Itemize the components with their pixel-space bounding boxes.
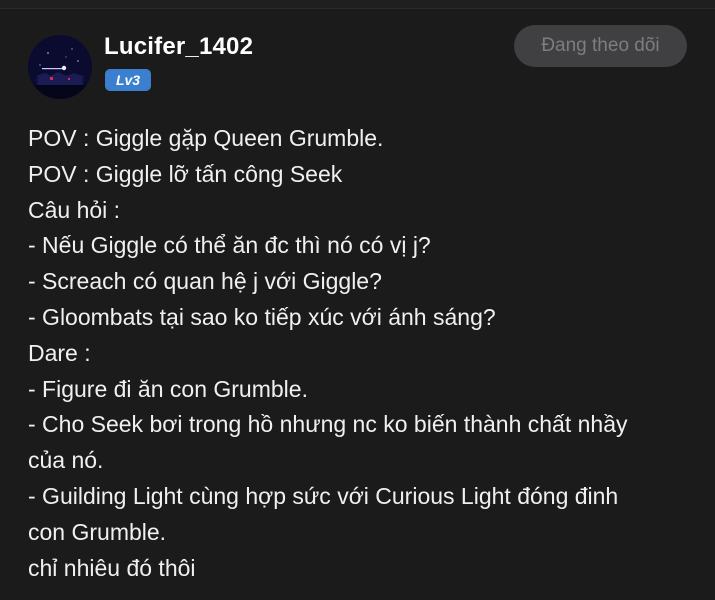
username[interactable]: Lucifer_1402 — [104, 33, 253, 61]
post-line: POV : Giggle gặp Queen Grumble. — [28, 125, 384, 151]
post-line: - Screach có quan hệ j với Giggle? — [28, 268, 382, 295]
night-sky-avatar-icon — [28, 35, 92, 99]
avatar[interactable] — [28, 35, 92, 99]
level-badge: Lv3 — [105, 69, 151, 91]
post-line: - Gloombats tại sao ko tiếp xúc với ánh … — [28, 303, 496, 330]
post-line: POV : Giggle lỡ tấn công Seek — [28, 160, 343, 187]
post-body: POV : Giggle gặp Queen Grumble. POV : Gi… — [28, 121, 688, 586]
top-divider — [0, 0, 715, 9]
following-button[interactable]: Đang theo dõi — [514, 25, 687, 67]
post-line: - Nếu Giggle có thể ăn đc thì nó có vị j… — [28, 232, 431, 259]
post-line: Câu hỏi : — [28, 196, 121, 223]
post-line: Dare : — [28, 339, 91, 366]
post-line: - Figure đi ăn con Grumble. — [28, 375, 308, 402]
post-line: con Grumble. — [28, 518, 167, 545]
post-line: chỉ nhiêu đó thôi — [28, 554, 196, 581]
post-line: - Cho Seek bơi trong hồ nhưng nc ko biến… — [28, 411, 628, 438]
post-line: - Guilding Light cùng hợp sức với Curiou… — [28, 482, 619, 509]
post-line: của nó. — [28, 447, 104, 474]
